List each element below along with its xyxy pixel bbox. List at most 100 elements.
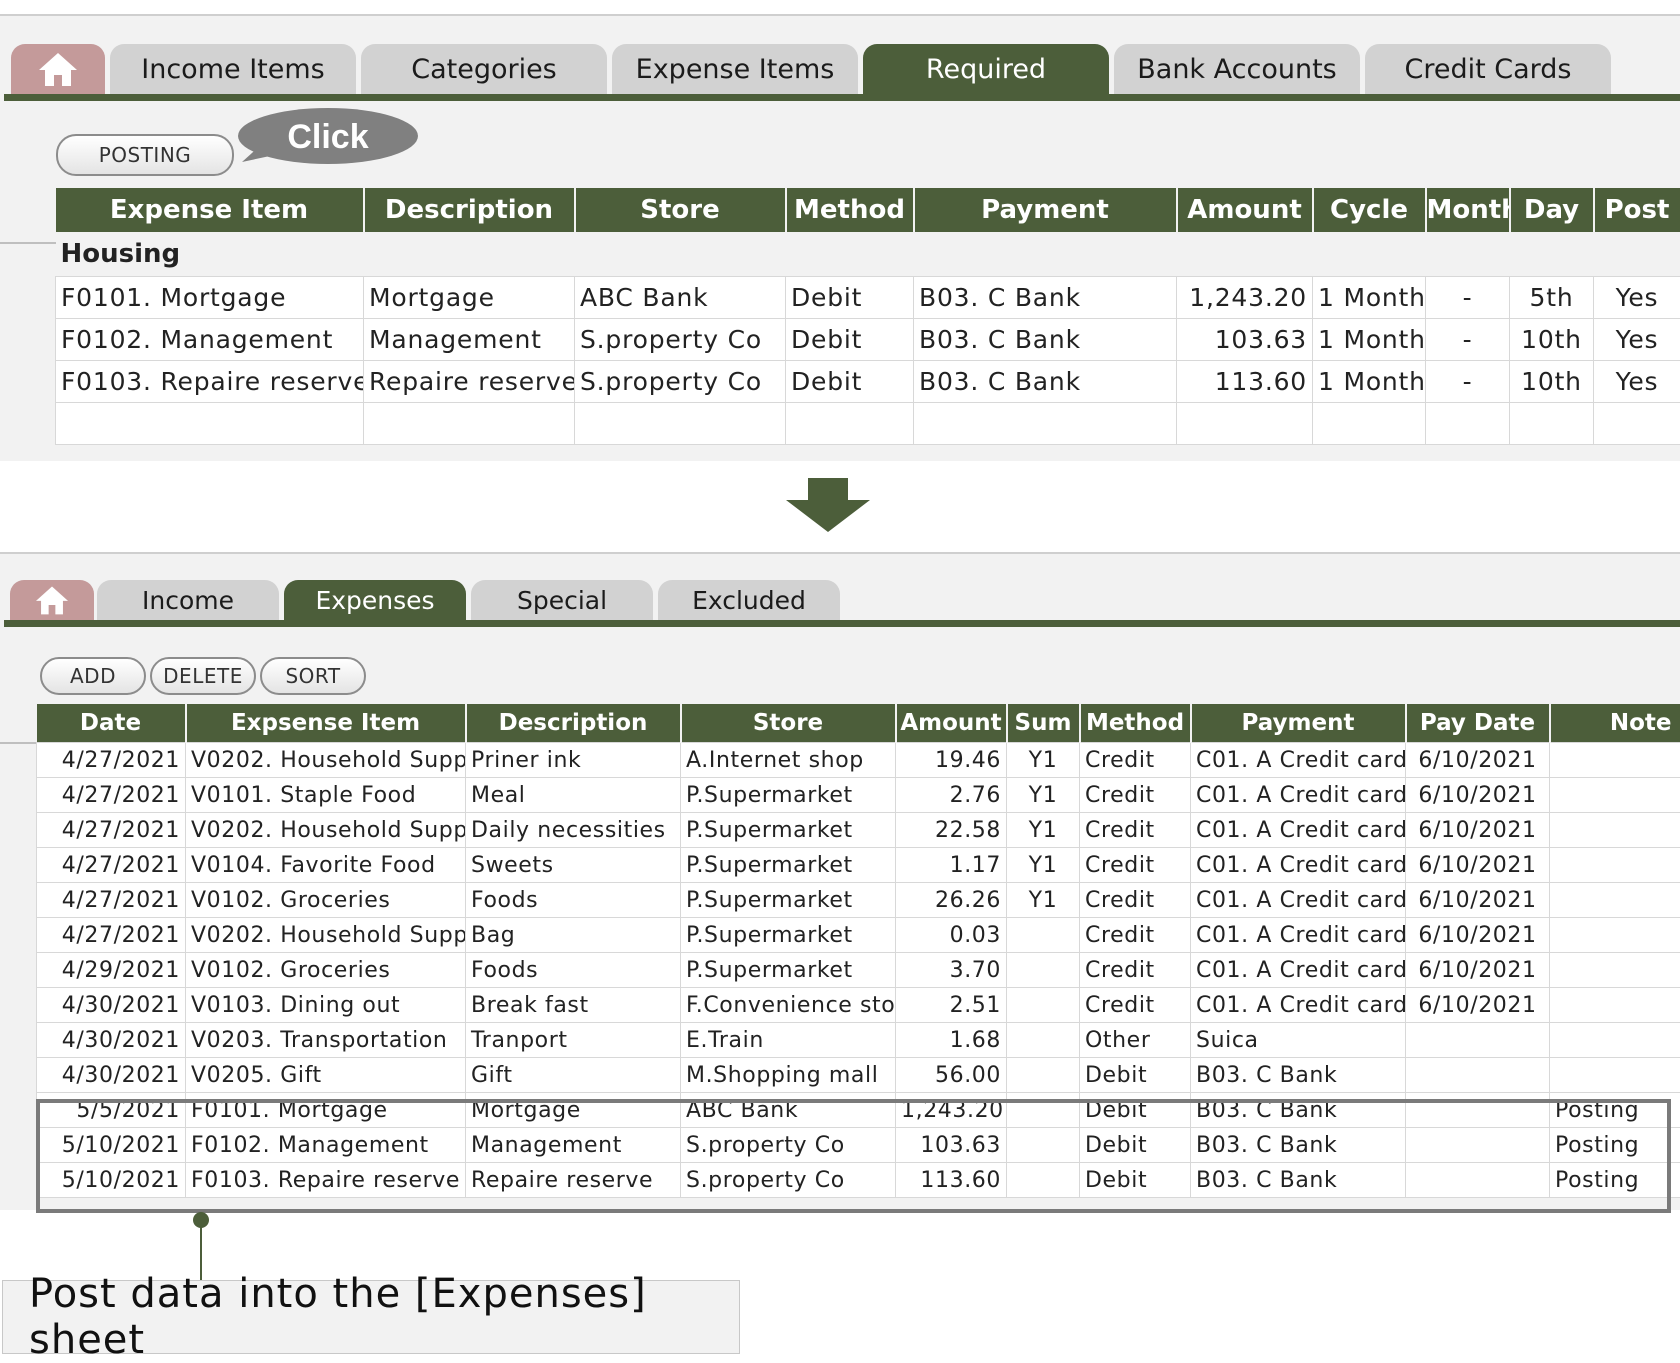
cell-method[interactable]: Credit [1079, 847, 1191, 883]
cell-payment[interactable]: C01. A Credit card [1190, 882, 1406, 918]
cell-date[interactable]: 4/29/2021 [36, 952, 186, 988]
cell-method[interactable]: Credit [1079, 952, 1191, 988]
cell-sum[interactable]: Y1 [1006, 882, 1080, 918]
tab-expenses[interactable]: Expenses [284, 580, 466, 620]
cell-method[interactable]: Debit [785, 318, 914, 361]
cell-day[interactable]: 10th [1509, 360, 1594, 403]
cell-date[interactable]: 4/30/2021 [36, 1057, 186, 1093]
cell-note[interactable] [1549, 812, 1680, 848]
cell-cycle[interactable]: 1 Month [1312, 276, 1426, 319]
cell-pay-date[interactable]: 6/10/2021 [1405, 917, 1550, 953]
table-row[interactable]: 4/27/2021 V0104. Favorite Food Sweets P.Sup… [36, 847, 1680, 883]
cell-method[interactable]: Credit [1079, 742, 1191, 778]
cell-store[interactable]: F.Convenience store [680, 987, 896, 1023]
cell-method[interactable]: Other [1079, 1022, 1191, 1058]
tab-income[interactable]: Income [97, 580, 279, 620]
cell-expense-item[interactable]: V0202. Household Supplies [185, 742, 466, 778]
empty-cell[interactable] [1425, 402, 1510, 445]
cell-store[interactable]: ABC Bank [574, 276, 786, 319]
cell-description[interactable]: Priner ink [465, 742, 681, 778]
cell-amount[interactable]: 1.68 [895, 1022, 1007, 1058]
cell-pay-date[interactable]: 6/10/2021 [1405, 812, 1550, 848]
cell-note[interactable] [1549, 882, 1680, 918]
cell-payment[interactable]: B03. C Bank [913, 276, 1177, 319]
empty-cell[interactable] [913, 402, 1177, 445]
cell-expense-item[interactable]: V0102. Groceries [185, 952, 466, 988]
delete-button[interactable]: DELETE [150, 657, 256, 695]
cell-description[interactable]: Repaire reserve [363, 360, 575, 403]
cell-description[interactable]: Break fast [465, 987, 681, 1023]
cell-post[interactable]: Yes [1593, 276, 1680, 319]
empty-cell[interactable] [55, 402, 364, 445]
cell-note[interactable] [1549, 987, 1680, 1023]
table-row[interactable]: 4/30/2021 V0205. Gift Gift M.Shopping mall 5… [36, 1057, 1680, 1093]
cell-sum[interactable]: Y1 [1006, 847, 1080, 883]
cell-sum[interactable]: Y1 [1006, 777, 1080, 813]
cell-description[interactable]: Foods [465, 882, 681, 918]
cell-sum[interactable]: Y1 [1006, 742, 1080, 778]
cell-expense-item[interactable]: V0205. Gift [185, 1057, 466, 1093]
cell-store[interactable]: P.Supermarket [680, 812, 896, 848]
cell-amount[interactable]: 2.51 [895, 987, 1007, 1023]
cell-note[interactable] [1549, 1022, 1680, 1058]
cell-payment[interactable]: B03. C Bank [913, 318, 1177, 361]
empty-row[interactable] [55, 402, 1680, 445]
empty-cell[interactable] [363, 402, 575, 445]
cell-payment[interactable]: B03. C Bank [1190, 1057, 1406, 1093]
cell-note[interactable] [1549, 742, 1680, 778]
cell-month[interactable]: - [1425, 276, 1510, 319]
cell-date[interactable]: 4/30/2021 [36, 987, 186, 1023]
cell-amount[interactable]: 3.70 [895, 952, 1007, 988]
empty-cell[interactable] [1509, 402, 1594, 445]
cell-amount[interactable]: 1.17 [895, 847, 1007, 883]
cell-pay-date[interactable] [1405, 1057, 1550, 1093]
cell-description[interactable]: Tranport [465, 1022, 681, 1058]
cell-day[interactable]: 5th [1509, 276, 1594, 319]
table-row[interactable]: F0103. Repaire reserve Repaire reserve S… [55, 360, 1680, 403]
cell-month[interactable]: - [1425, 318, 1510, 361]
cell-payment[interactable]: C01. A Credit card [1190, 917, 1406, 953]
table-row[interactable]: 4/30/2021 V0103. Dining out Break fast F.Co… [36, 987, 1680, 1023]
cell-cycle[interactable]: 1 Month [1312, 318, 1426, 361]
cell-store[interactable]: P.Supermarket [680, 882, 896, 918]
cell-store[interactable]: S.property Co [574, 318, 786, 361]
cell-payment[interactable]: C01. A Credit card [1190, 812, 1406, 848]
cell-date[interactable]: 4/27/2021 [36, 742, 186, 778]
cell-pay-date[interactable] [1405, 1022, 1550, 1058]
empty-cell[interactable] [574, 402, 786, 445]
cell-date[interactable]: 4/27/2021 [36, 882, 186, 918]
cell-expense-item[interactable]: V0104. Favorite Food [185, 847, 466, 883]
tab-required[interactable]: Required [863, 44, 1109, 94]
cell-sum[interactable] [1006, 952, 1080, 988]
cell-expense-item[interactable]: V0202. Household Supplies [185, 812, 466, 848]
cell-expense-item[interactable]: V0203. Transportation [185, 1022, 466, 1058]
tab-special[interactable]: Special [471, 580, 653, 620]
cell-method[interactable]: Credit [1079, 882, 1191, 918]
cell-amount[interactable]: 22.58 [895, 812, 1007, 848]
cell-cycle[interactable]: 1 Month [1312, 360, 1426, 403]
cell-sum[interactable] [1006, 1057, 1080, 1093]
empty-cell[interactable] [1176, 402, 1313, 445]
cell-method[interactable]: Credit [1079, 812, 1191, 848]
cell-note[interactable] [1549, 777, 1680, 813]
cell-description[interactable]: Meal [465, 777, 681, 813]
cell-expense-item[interactable]: V0101. Staple Food [185, 777, 466, 813]
cell-description[interactable]: Management [363, 318, 575, 361]
table-row[interactable]: 4/27/2021 V0101. Staple Food Meal P.Superma… [36, 777, 1680, 813]
tab-bank-accounts[interactable]: Bank Accounts [1114, 44, 1360, 94]
table-row[interactable]: 4/30/2021 V0203. Transportation Tranport E.… [36, 1022, 1680, 1058]
cell-sum[interactable] [1006, 987, 1080, 1023]
cell-expense-item[interactable]: V0103. Dining out [185, 987, 466, 1023]
cell-method[interactable]: Debit [785, 360, 914, 403]
table-row[interactable]: F0101. Mortgage Mortgage ABC Bank Debit … [55, 276, 1680, 319]
table-row[interactable]: 4/27/2021V0202. Household SuppliesDaily … [36, 812, 1680, 848]
cell-method[interactable]: Credit [1079, 917, 1191, 953]
add-button[interactable]: ADD [40, 657, 146, 695]
tab-expense-items[interactable]: Expense Items [612, 44, 858, 94]
empty-cell[interactable] [1593, 402, 1680, 445]
cell-payment[interactable]: C01. A Credit card [1190, 847, 1406, 883]
cell-amount[interactable]: 26.26 [895, 882, 1007, 918]
cell-expense-item[interactable]: V0202. Household Supplies [185, 917, 466, 953]
cell-store[interactable]: P.Supermarket [680, 847, 896, 883]
cell-method[interactable]: Credit [1079, 777, 1191, 813]
